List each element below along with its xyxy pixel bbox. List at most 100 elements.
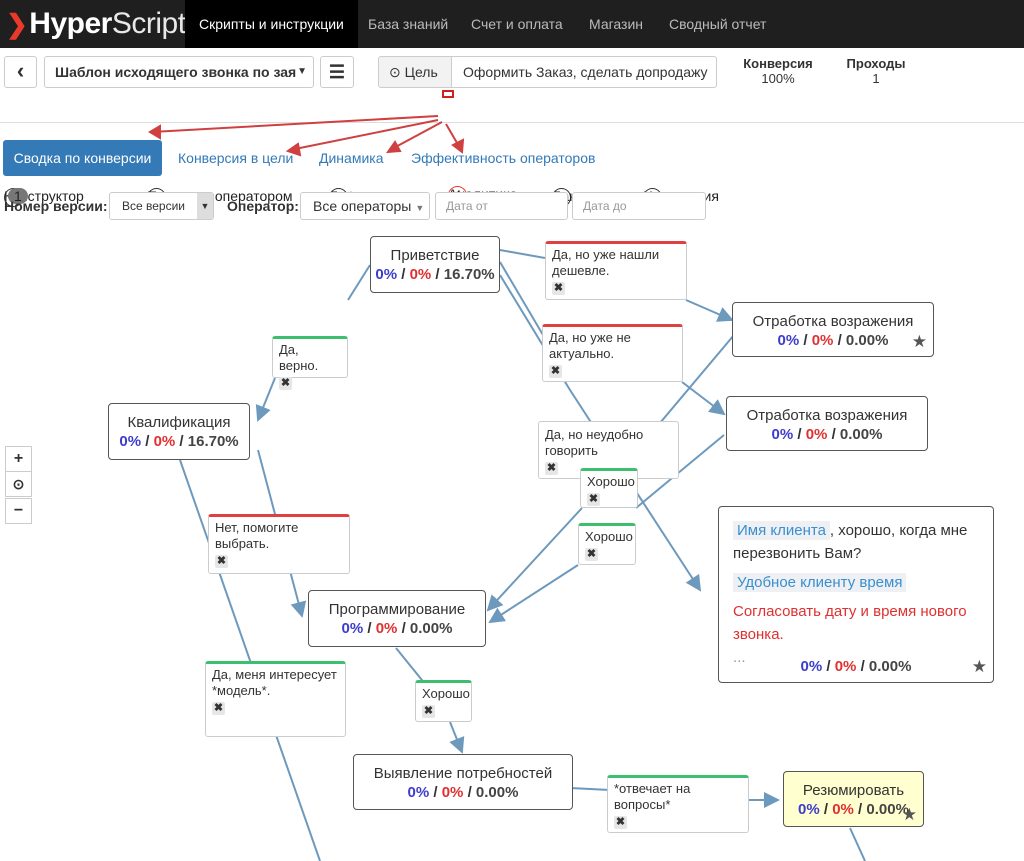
answer-text: Нет, помогите выбрать. xyxy=(215,520,299,551)
answer-box[interactable]: Нет, помогите выбрать. ✖ xyxy=(208,514,350,574)
close-icon[interactable]: ✖ xyxy=(549,365,562,378)
node-stats: 0% / 0% / 0.00% xyxy=(733,332,933,349)
answer-box[interactable]: Хорошо ✖ xyxy=(578,523,636,565)
stat-total: 0.00% xyxy=(845,332,889,349)
stat-total: 16.70% xyxy=(443,266,495,283)
node-title: Программирование xyxy=(328,601,466,618)
star-icon[interactable]: ★ xyxy=(972,655,987,678)
answer-box[interactable]: Да, но уже не актуально. ✖ xyxy=(542,324,683,382)
answer-box[interactable]: Да, верно. ✖ xyxy=(272,336,348,390)
client-name-tag: Имя клиента xyxy=(733,521,830,540)
answer-box[interactable]: *отвечает на вопросы* ✖ xyxy=(607,775,749,833)
stat-sep: / xyxy=(799,332,812,349)
stat-total: 0.00% xyxy=(839,426,883,443)
callback-time-row: Удобное клиенту время xyxy=(733,571,979,594)
node-stats: 0% / 0% / 16.70% xyxy=(109,433,249,450)
stat-sep: / xyxy=(397,266,410,283)
stat-sep: / xyxy=(363,620,376,637)
stat-sep: / xyxy=(397,620,410,637)
stat-total: 0.00% xyxy=(475,784,519,801)
stat-blue: 0% xyxy=(119,433,142,450)
node-objection-1[interactable]: Отработка возражения 0% / 0% / 0.00% ★ xyxy=(732,302,934,357)
stat-red: 0% xyxy=(832,801,854,818)
answer-box[interactable]: Хорошо ✖ xyxy=(415,680,472,722)
node-title: Резюмировать xyxy=(802,782,905,799)
zoom-in-button[interactable]: + xyxy=(5,446,32,472)
node-stats: 0% / 0% / 0.00% xyxy=(719,655,993,678)
answer-text: Да, но уже не актуально. xyxy=(549,330,631,361)
stat-blue: 0% xyxy=(341,620,364,637)
callback-note: Согласовать дату и время нового звонка. xyxy=(733,603,967,643)
stat-sep: / xyxy=(833,332,846,349)
stat-sep: / xyxy=(141,433,154,450)
close-icon[interactable]: ✖ xyxy=(215,555,228,568)
stat-sep: / xyxy=(822,658,835,675)
node-summarize[interactable]: Резюмировать 0% / 0% / 0.00% ★ xyxy=(783,771,924,827)
node-title: Выявление потребностей xyxy=(373,765,553,782)
close-icon[interactable]: ✖ xyxy=(552,282,565,295)
node-qualification[interactable]: Квалификация 0% / 0% / 16.70% xyxy=(108,403,250,460)
node-title: Приветствие xyxy=(390,247,480,264)
node-stats: 0% / 0% / 0.00% xyxy=(727,426,927,443)
zoom-center-button[interactable]: ⊙ xyxy=(5,471,32,497)
answer-text: Да, меня интересует *модель*. xyxy=(212,667,337,698)
node-needs-discovery[interactable]: Выявление потребностей 0% / 0% / 0.00% xyxy=(353,754,573,810)
close-icon[interactable]: ✖ xyxy=(614,816,627,829)
zoom-out-button[interactable]: − xyxy=(5,498,32,524)
stat-sep: / xyxy=(853,801,867,818)
node-stats: 0% / 0% / 0.00% xyxy=(354,784,572,801)
close-icon[interactable]: ✖ xyxy=(422,705,435,718)
answer-box[interactable]: Да, но уже нашли дешевле. ✖ xyxy=(545,241,687,300)
stat-red: 0% xyxy=(805,426,828,443)
star-icon[interactable]: ★ xyxy=(912,332,927,352)
node-title: Квалификация xyxy=(127,414,231,431)
node-objection-2[interactable]: Отработка возражения 0% / 0% / 0.00% xyxy=(726,396,928,451)
stat-blue: 0% xyxy=(798,801,820,818)
answer-text: *отвечает на вопросы* xyxy=(614,781,691,812)
stat-blue: 0% xyxy=(375,266,398,283)
answer-box[interactable]: Да, меня интересует *модель*. ✖ xyxy=(205,661,346,737)
stat-sep: / xyxy=(827,426,840,443)
stat-red: 0% xyxy=(441,784,464,801)
node-title: Отработка возражения xyxy=(752,313,914,330)
stat-red: 0% xyxy=(811,332,834,349)
stat-red: 0% xyxy=(834,658,857,675)
answer-text: Да, но неудобно говорить xyxy=(545,427,644,458)
stat-blue: 0% xyxy=(771,426,794,443)
stat-sep: / xyxy=(431,266,444,283)
node-programming[interactable]: Программирование 0% / 0% / 0.00% xyxy=(308,590,486,647)
stat-red: 0% xyxy=(153,433,176,450)
close-icon[interactable]: ✖ xyxy=(587,493,600,506)
answer-text: Хорошо xyxy=(422,686,470,701)
answer-text: Да, но уже нашли дешевле. xyxy=(552,247,660,278)
close-icon[interactable]: ✖ xyxy=(212,702,225,715)
node-stats: 0% / 0% / 16.70% xyxy=(371,266,499,283)
stat-total: 0.00% xyxy=(409,620,453,637)
stat-red: 0% xyxy=(409,266,432,283)
stat-sep: / xyxy=(463,784,476,801)
stat-sep: / xyxy=(856,658,869,675)
node-title: Отработка возражения xyxy=(746,407,908,424)
stat-red: 0% xyxy=(375,620,398,637)
answer-text: Хорошо xyxy=(587,474,635,489)
node-greeting[interactable]: Приветствие 0% / 0% / 16.70% xyxy=(370,236,500,293)
close-icon[interactable]: ✖ xyxy=(279,377,292,390)
node-stats: 0% / 0% / 0.00% xyxy=(309,620,485,637)
stat-sep: / xyxy=(429,784,442,801)
answer-text: Да, верно. xyxy=(279,342,319,373)
stat-blue: 0% xyxy=(800,658,823,675)
stat-blue: 0% xyxy=(407,784,430,801)
stat-total: 16.70% xyxy=(187,433,239,450)
star-icon[interactable]: ★ xyxy=(902,805,917,825)
preferred-time-tag: Удобное клиенту время xyxy=(733,573,907,592)
answer-box[interactable]: Хорошо ✖ xyxy=(580,468,638,508)
node-callback[interactable]: Имя клиента, хорошо, когда мне перезвони… xyxy=(718,506,994,683)
stat-sep: / xyxy=(175,433,188,450)
close-icon[interactable]: ✖ xyxy=(545,462,558,475)
stat-sep: / xyxy=(819,801,833,818)
stat-total: 0.00% xyxy=(868,658,912,675)
answer-text: Хорошо xyxy=(585,529,633,544)
close-icon[interactable]: ✖ xyxy=(585,548,598,561)
stat-blue: 0% xyxy=(777,332,800,349)
callback-question: Имя клиента, хорошо, когда мне перезвони… xyxy=(733,519,979,565)
